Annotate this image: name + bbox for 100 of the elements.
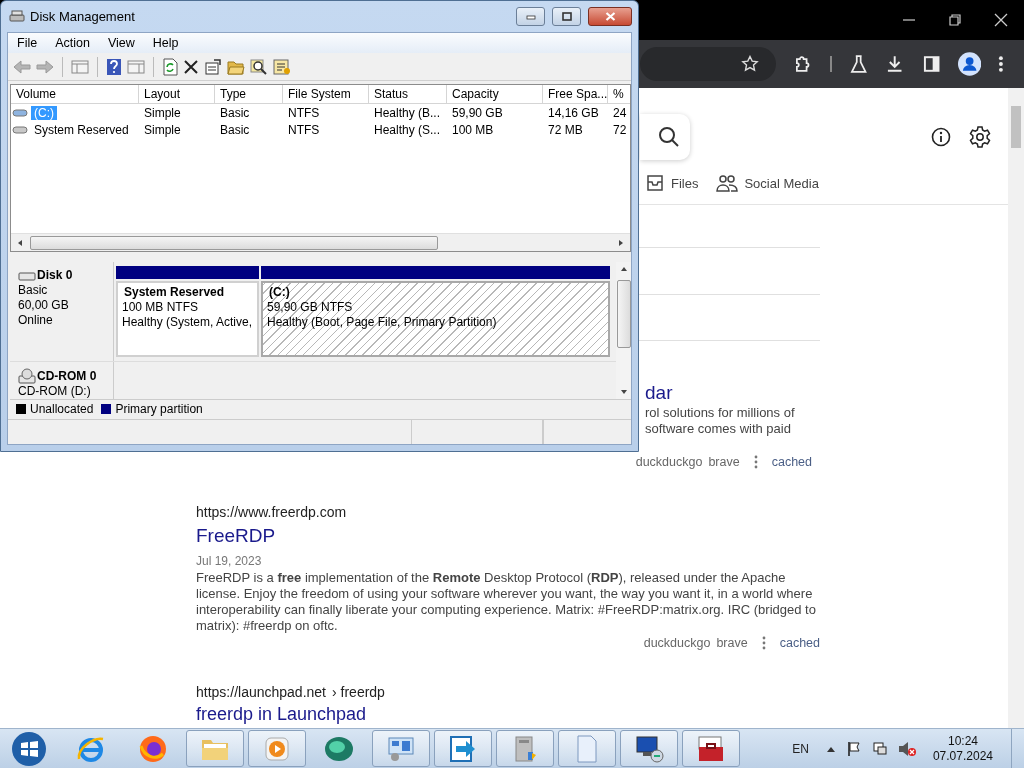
sidebar-icon[interactable] <box>921 54 941 74</box>
drive-icon <box>18 269 36 282</box>
flask-icon[interactable] <box>848 54 869 74</box>
orb-icon[interactable] <box>323 734 355 763</box>
fox-globe-icon[interactable] <box>138 733 168 764</box>
volume-muted-icon[interactable] <box>897 740 916 757</box>
scrollbar[interactable] <box>1008 88 1024 728</box>
column-header[interactable]: Layout <box>139 85 215 103</box>
result-url: https://www.freerdp.com <box>196 503 348 521</box>
table-cell: 59,90 GB <box>452 105 503 120</box>
source-link[interactable]: brave <box>708 453 740 471</box>
right-arrow-icon[interactable] <box>617 238 625 247</box>
menu-icon[interactable] <box>998 54 1004 74</box>
star-icon[interactable] <box>741 55 760 73</box>
menu-item[interactable]: Help <box>143 36 188 50</box>
control-panel-icon[interactable] <box>386 734 416 763</box>
magnifier-icon[interactable] <box>250 58 268 75</box>
horizontal-scrollbar[interactable] <box>11 233 630 251</box>
menu-item[interactable]: View <box>98 36 144 50</box>
clock[interactable]: 10:24 07.07.2024 <box>932 733 993 764</box>
source-link[interactable]: duckduckgo <box>643 634 711 652</box>
result-snippet: software comes with paid <box>645 421 792 437</box>
taskbar-button[interactable] <box>682 730 740 767</box>
disk-detail: 60,00 GB <box>18 298 70 313</box>
close-icon[interactable] <box>994 13 1008 27</box>
taskbar-button[interactable] <box>434 730 492 767</box>
flag-icon[interactable] <box>845 740 862 757</box>
table-cell: 100 MB <box>452 122 494 137</box>
clock-time: 10:24 <box>947 733 978 749</box>
people-icon <box>716 174 739 192</box>
cd-drive-icon <box>18 368 36 384</box>
column-header[interactable]: Free Spa... <box>543 85 608 103</box>
language-indicator[interactable]: EN <box>792 741 809 756</box>
down-arrow-icon[interactable] <box>619 389 628 395</box>
source-link[interactable]: cached <box>771 453 812 471</box>
search-icon[interactable] <box>658 125 680 148</box>
disk-app-icon <box>9 8 25 25</box>
column-header[interactable]: Volume <box>11 85 139 103</box>
table-cell: Simple <box>144 105 181 120</box>
partition-status: Healthy (Boot, Page File, Primary Partition) <box>267 315 498 330</box>
folder-icon[interactable] <box>227 58 245 75</box>
partition-box[interactable]: (C:) 59,90 GB NTFS Healthy (Boot, Page File, Primary Partition) <box>261 281 610 357</box>
result-title[interactable]: dar <box>645 381 825 405</box>
properties-icon[interactable] <box>204 58 222 75</box>
more-icon[interactable] <box>753 455 758 469</box>
avatar-icon[interactable] <box>957 52 982 76</box>
disk-detail: CD-ROM (D:) <box>18 384 92 399</box>
partition-name: System Reserved <box>123 285 226 300</box>
monitor-icon[interactable] <box>633 733 665 764</box>
column-header[interactable]: File System <box>283 85 369 103</box>
restore-icon[interactable] <box>948 13 962 27</box>
result-date: Jul 19, 2023 <box>196 553 263 569</box>
menu-item[interactable]: File <box>8 36 47 50</box>
info-icon[interactable] <box>931 127 951 147</box>
source-link[interactable]: duckduckgo <box>635 453 703 471</box>
table-cell: NTFS <box>288 122 320 137</box>
source-link[interactable]: cached <box>779 634 820 652</box>
partition-size: 59,90 GB NTFS <box>267 300 354 315</box>
drive-icon <box>12 107 28 118</box>
column-header[interactable]: Capacity <box>447 85 543 103</box>
more-icon[interactable] <box>761 636 766 650</box>
up-arrow-icon[interactable] <box>619 266 628 272</box>
result-title[interactable]: freerdp in Launchpad <box>196 704 820 724</box>
legend-label: Primary partition <box>115 401 203 416</box>
delete-icon[interactable] <box>183 58 199 75</box>
table-cell[interactable]: System Reserved <box>31 122 132 137</box>
column-header[interactable]: Type <box>215 85 283 103</box>
result-snippet: rol solutions for millions of <box>645 405 796 421</box>
maximize-button[interactable] <box>552 7 581 26</box>
partition-name: (C:) <box>268 285 291 300</box>
minimize-button[interactable] <box>516 7 545 26</box>
close-button[interactable] <box>588 7 632 26</box>
disk-detail: Online <box>18 313 54 328</box>
table-cell: NTFS <box>288 105 320 120</box>
table-cell: Basic <box>220 105 250 120</box>
help-icon[interactable] <box>106 57 122 76</box>
network-icon[interactable] <box>871 740 888 757</box>
result-snippet: FreeRDP is a free implementation of the Remote Desktop Protocol (RDP), released under the Apache license. Enjoy the freedom of using your software wherever you want, the way you want it, in a world where interoperability can finally liberate your computing experience. Matrix: #FreeRDP:matrix.org. IRC (bridged to matrix): #freerdp on oftc. <box>196 570 817 634</box>
clock-date: 07.07.2024 <box>932 748 993 764</box>
search-field[interactable] <box>640 113 690 160</box>
window-title: Disk Management <box>30 9 135 24</box>
windows-logo-icon[interactable] <box>11 730 47 767</box>
partition-box[interactable]: System Reserved 100 MB NTFS Healthy (System, Active, <box>116 281 259 357</box>
column-header[interactable]: % <box>608 85 630 103</box>
menu-item[interactable]: Action <box>46 36 99 50</box>
table-cell: Healthy (B... <box>374 105 441 120</box>
disk-name: CD-ROM 0 <box>37 368 97 384</box>
search-tab[interactable]: Social Media <box>716 174 819 192</box>
result-title[interactable]: FreeRDP <box>196 524 820 548</box>
taskbar-button[interactable] <box>620 730 678 767</box>
drive-icon <box>12 124 28 135</box>
column-header[interactable]: Status <box>369 85 447 103</box>
table-cell: Basic <box>220 122 250 137</box>
refresh-icon[interactable] <box>162 57 178 76</box>
table-cell: 72 MB <box>548 122 583 137</box>
search-tab[interactable]: Files <box>645 174 699 192</box>
source-link[interactable]: brave <box>716 634 748 652</box>
tray-icon <box>645 174 665 192</box>
left-arrow-icon[interactable] <box>16 238 24 247</box>
minimize-icon <box>525 13 536 20</box>
